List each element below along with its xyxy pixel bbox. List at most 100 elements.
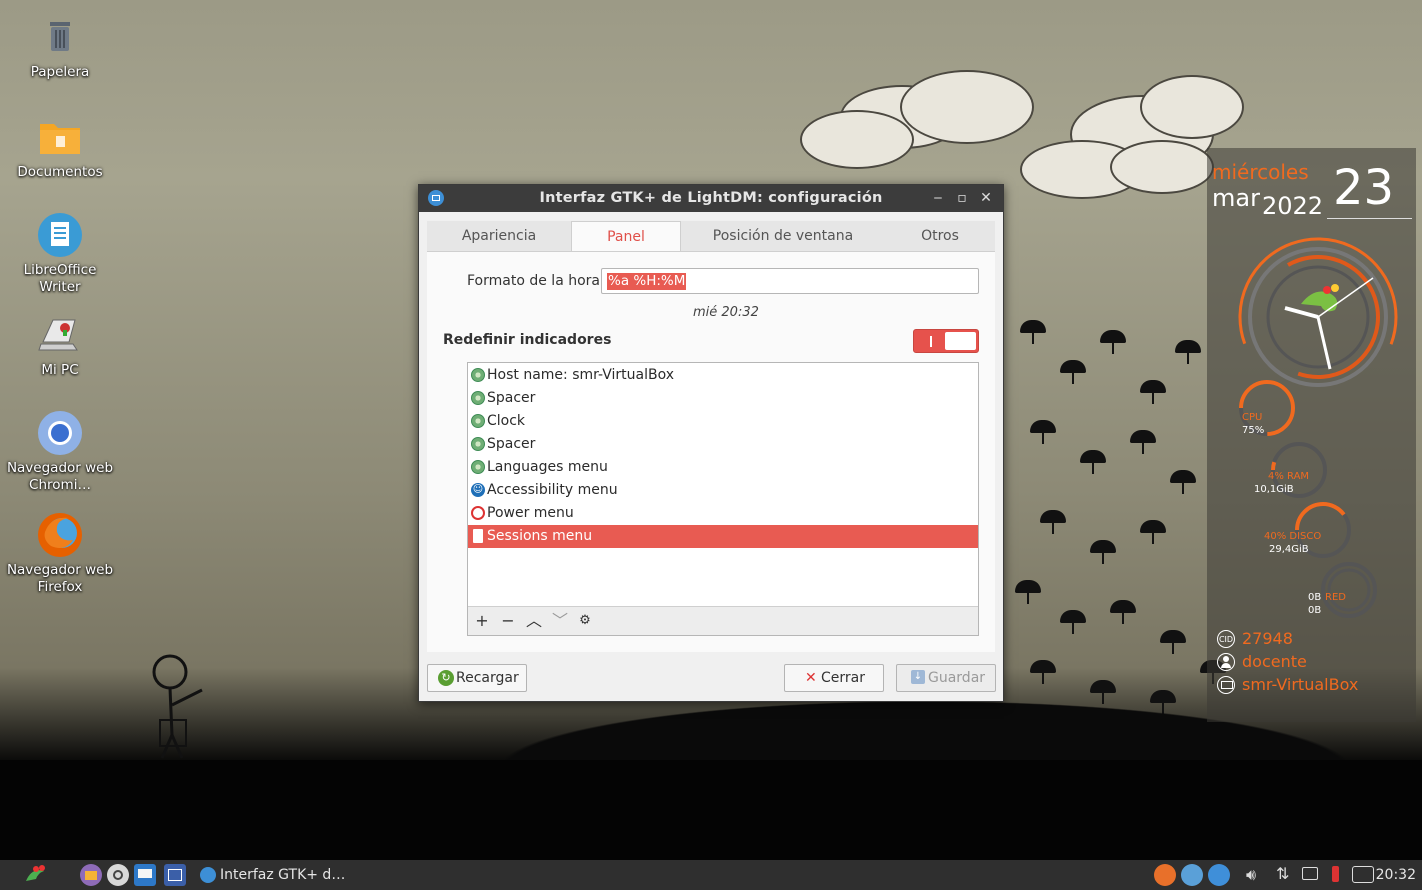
- settings-launcher-icon[interactable]: [107, 864, 129, 886]
- list-item[interactable]: Host name: smr-VirtualBox: [468, 364, 978, 387]
- conky-net-up: 0B: [1308, 605, 1322, 616]
- accessibility-icon: ☺: [471, 483, 485, 497]
- tray-app-icon[interactable]: [1154, 864, 1176, 886]
- taskbar-window-item[interactable]: Interfaz GTK+ d…: [196, 860, 345, 890]
- close-button[interactable]: ✕ Cerrar: [784, 664, 884, 692]
- save-icon: ↓: [911, 670, 925, 684]
- list-item-selected[interactable]: Sessions menu: [468, 525, 978, 548]
- indicator-icon: [471, 460, 485, 474]
- chromium-icon: [37, 410, 83, 456]
- tab-apariencia[interactable]: Apariencia: [427, 221, 571, 251]
- conky-ram-value: 10,1GiB: [1254, 484, 1294, 495]
- wallpaper-cloud: [900, 70, 1034, 144]
- conky-host: smr-VirtualBox: [1242, 675, 1359, 694]
- desktop-icon-label: Documentos: [17, 164, 103, 180]
- conky-net-down: 0B: [1308, 592, 1322, 603]
- trash-icon: [37, 14, 83, 60]
- indicators-label: Redefinir indicadores: [443, 332, 612, 348]
- wallpaper-ground: [0, 760, 1422, 860]
- taskbar-clock[interactable]: 20:32: [1376, 860, 1416, 890]
- conky-disk-label: 40% DISCO: [1264, 531, 1322, 542]
- battery-icon[interactable]: [1332, 866, 1339, 882]
- panel-tab-content: Formato de la hora %a %H:%M mié 20:32 Re…: [427, 252, 995, 652]
- tray-notes-icon[interactable]: [1181, 864, 1203, 886]
- move-down-button[interactable]: ﹀: [550, 611, 570, 631]
- indicator-icon: [471, 391, 485, 405]
- desktop-icon-label: LibreOffice Writer: [23, 262, 97, 295]
- volume-icon[interactable]: 🔊︎: [1246, 865, 1256, 885]
- conky-cpu-value: 75%: [1242, 425, 1265, 436]
- conky-widget: miércoles mar 2022 23 CPU 75% 4% RAM 10,…: [1207, 148, 1416, 722]
- list-toolbar: + − ︿ ﹀ ⚙: [468, 606, 978, 635]
- desktop-icon-label: Papelera: [30, 64, 90, 80]
- indicator-icon: [471, 368, 485, 382]
- desktop-icon-label: Navegador web Chromi…: [6, 460, 114, 493]
- list-item[interactable]: Spacer: [468, 387, 978, 410]
- power-icon: [471, 506, 485, 520]
- close-window-button[interactable]: ✕: [977, 189, 995, 207]
- properties-button[interactable]: ⚙: [575, 611, 595, 631]
- host-icon: [1217, 676, 1235, 694]
- start-menu-button[interactable]: [22, 863, 50, 887]
- desktop-icon-firefox[interactable]: Navegador web Firefox: [5, 512, 115, 596]
- conky-month: mar: [1212, 184, 1260, 212]
- add-button[interactable]: +: [472, 611, 492, 631]
- list-item[interactable]: Power menu: [468, 502, 978, 525]
- conky-weekday: miércoles: [1212, 160, 1309, 184]
- minimize-button[interactable]: ‒: [929, 189, 947, 207]
- time-format-value: %a %H:%M: [607, 273, 687, 290]
- notification-icon[interactable]: [1352, 866, 1374, 883]
- time-preview: mié 20:32: [693, 305, 759, 320]
- taskbar: Interfaz GTK+ d… 🔊︎ ⇅ 20:32: [0, 860, 1422, 890]
- desktop-icon-writer[interactable]: LibreOffice Writer: [5, 212, 115, 296]
- lightdm-settings-dialog: Interfaz GTK+ de LightDM: configuración …: [418, 184, 1004, 702]
- desktop-icon-label: Mi PC: [41, 362, 79, 378]
- indicator-icon: [471, 437, 485, 451]
- window-title: Interfaz GTK+ de LightDM: configuración: [539, 190, 883, 206]
- list-item[interactable]: Spacer: [468, 433, 978, 456]
- wallpaper-cloud: [1140, 75, 1244, 139]
- time-format-input[interactable]: %a %H:%M: [601, 268, 979, 294]
- list-item[interactable]: Languages menu: [468, 456, 978, 479]
- conky-cid: 27948: [1242, 629, 1293, 648]
- computer-icon: [37, 312, 83, 358]
- desktop-icon-label: Navegador web Firefox: [6, 562, 114, 595]
- list-item[interactable]: Clock: [468, 410, 978, 433]
- wallpaper-cloud: [1110, 140, 1214, 194]
- titlebar[interactable]: Interfaz GTK+ de LightDM: configuración …: [419, 185, 1003, 212]
- show-desktop-icon[interactable]: [164, 864, 186, 886]
- app-icon: [200, 867, 216, 883]
- conky-net-gauge: [1321, 562, 1377, 618]
- remove-button[interactable]: −: [498, 611, 518, 631]
- desktop-icon-documents[interactable]: Documentos: [5, 114, 115, 181]
- move-up-button[interactable]: ︿: [524, 611, 544, 631]
- desktop-icon-trash[interactable]: Papelera: [5, 14, 115, 81]
- reload-icon: ↻: [438, 670, 454, 686]
- writer-icon: [37, 212, 83, 258]
- indicators-list: Host name: smr-VirtualBox Spacer Clock S…: [467, 362, 979, 636]
- conky-year: 2022: [1262, 192, 1324, 220]
- network-icon[interactable]: ⇅: [1276, 864, 1289, 883]
- maximize-button[interactable]: ▫: [953, 189, 971, 207]
- conky-ram-label: 4% RAM: [1268, 471, 1310, 482]
- tab-bar: Apariencia Panel Posición de ventana Otr…: [427, 221, 995, 252]
- reload-button[interactable]: ↻ Recargar: [427, 664, 527, 692]
- desktop-icon-my-pc[interactable]: Mi PC: [5, 312, 115, 379]
- user-icon: [1217, 653, 1235, 671]
- tray-browser-icon[interactable]: [1208, 864, 1230, 886]
- list-item[interactable]: ☺ Accessibility menu: [468, 479, 978, 502]
- tab-otros[interactable]: Otros: [885, 221, 995, 251]
- tab-posicion-ventana[interactable]: Posición de ventana: [681, 221, 885, 251]
- wallpaper-figure: [152, 654, 203, 759]
- desktop-icon-chromium[interactable]: Navegador web Chromi…: [5, 410, 115, 494]
- monitor-launcher-icon[interactable]: [134, 864, 156, 886]
- tab-panel[interactable]: Panel: [571, 221, 681, 251]
- display-icon[interactable]: [1302, 867, 1318, 880]
- save-button[interactable]: ↓ Guardar: [896, 664, 996, 692]
- conky-cpu-label: CPU: [1242, 412, 1263, 423]
- indicators-toggle[interactable]: [913, 329, 979, 353]
- document-icon: [473, 529, 483, 543]
- conky-net-label: RED: [1325, 592, 1346, 603]
- close-icon: ✕: [805, 670, 817, 686]
- files-launcher-icon[interactable]: [80, 864, 102, 886]
